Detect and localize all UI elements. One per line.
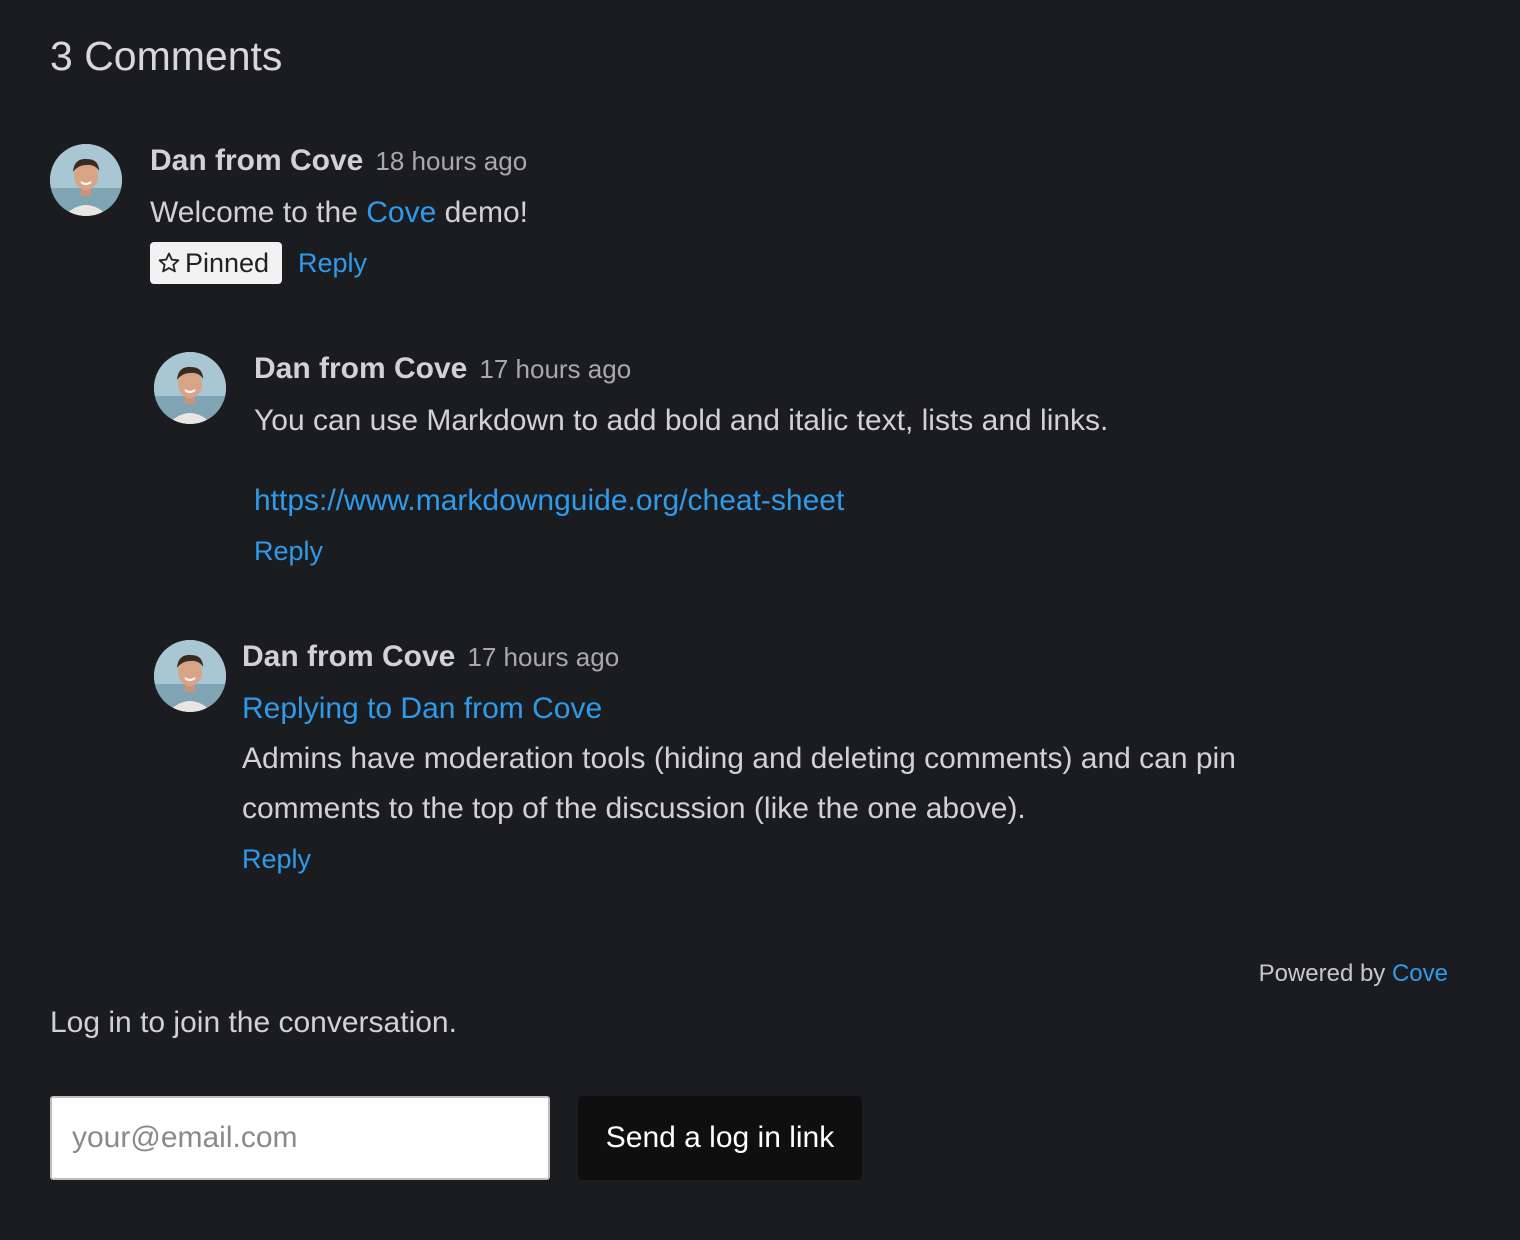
comment-body-text: demo! <box>436 196 528 229</box>
reply-button[interactable]: Reply <box>242 839 311 879</box>
comments-heading: 3 Comments <box>50 33 283 79</box>
comment-author[interactable]: Dan from Cove <box>150 144 363 177</box>
comment-timestamp[interactable]: 17 hours ago <box>467 642 619 672</box>
email-input[interactable] <box>50 1096 550 1180</box>
avatar <box>50 144 122 216</box>
avatar <box>154 352 226 424</box>
send-login-link-button[interactable]: Send a log in link <box>578 1096 862 1180</box>
avatar-image <box>154 352 226 424</box>
pinned-label: Pinned <box>185 248 270 278</box>
star-outline-icon <box>158 252 180 273</box>
comment-timestamp[interactable]: 18 hours ago <box>375 146 527 176</box>
comment-author[interactable]: Dan from Cove <box>254 352 467 385</box>
comment-timestamp[interactable]: 17 hours ago <box>479 354 631 384</box>
powered-by-text: Powered by <box>1258 960 1392 987</box>
comments-widget: 3 Comments Dan from Cove 18 hours ago Wel… <box>0 0 1520 1240</box>
comment-author[interactable]: Dan from Cove <box>242 640 455 673</box>
cove-link[interactable]: Cove <box>366 196 436 229</box>
pinned-badge: Pinned <box>150 242 282 284</box>
avatar <box>154 640 226 712</box>
comment-body: You can use Markdown to add bold and ita… <box>254 404 1109 437</box>
replying-to-link[interactable]: Replying to Dan from Cove <box>242 684 602 734</box>
comment-meta: Dan from Cove 17 hours ago <box>254 351 631 387</box>
powered-by: Powered by Cove <box>1259 956 1448 992</box>
markdown-guide-link[interactable]: https://www.markdownguide.org/cheat-shee… <box>254 476 844 526</box>
reply-button[interactable]: Reply <box>298 243 367 283</box>
reply-button[interactable]: Reply <box>254 531 323 571</box>
comment-meta: Dan from Cove 18 hours ago <box>150 143 527 179</box>
comment-body: Welcome to the Cove demo! <box>150 188 528 238</box>
comment-body-line: comments to the top of the discussion (l… <box>242 792 1026 825</box>
cove-home-link[interactable]: Cove <box>1392 960 1448 987</box>
avatar-image <box>50 144 122 216</box>
comment-meta: Dan from Cove 17 hours ago <box>242 639 619 675</box>
avatar-image <box>154 640 226 712</box>
comment-body-text: Welcome to the <box>150 196 367 229</box>
comment-body-line: Admins have moderation tools (hiding and… <box>242 742 1236 775</box>
login-prompt: Log in to join the conversation. <box>50 1006 457 1039</box>
